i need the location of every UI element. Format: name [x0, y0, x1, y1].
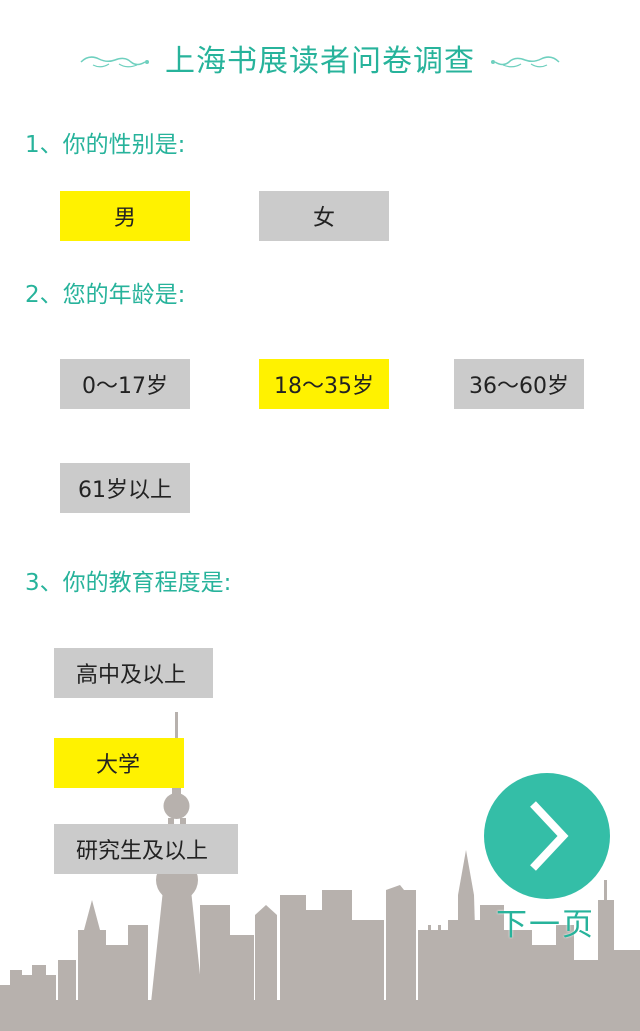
- option-gender-female[interactable]: 女: [259, 191, 389, 241]
- flourish-right-icon: [491, 56, 560, 68]
- next-page-label[interactable]: 下一页: [496, 905, 596, 945]
- option-label: 高中及以上: [76, 663, 187, 688]
- option-education-graduate[interactable]: 研究生及以上: [54, 824, 238, 874]
- option-label: 61岁以上: [78, 478, 172, 503]
- option-education-high-school[interactable]: 高中及以上: [54, 648, 213, 698]
- option-age-18-35[interactable]: 18～35岁: [259, 359, 389, 409]
- flourish-left-icon: [80, 56, 149, 68]
- question-2-label: 2、您的年龄是:: [25, 282, 186, 308]
- question-3-label: 3、你的教育程度是:: [25, 570, 232, 596]
- chevron-right-icon: [530, 801, 569, 871]
- page-header: 上海书展读者问卷调查: [0, 42, 640, 82]
- option-age-36-60[interactable]: 36～60岁: [454, 359, 584, 409]
- option-education-university[interactable]: 大学: [54, 738, 184, 788]
- option-label: 18～35岁: [274, 374, 374, 399]
- option-age-0-17[interactable]: 0～17岁: [60, 359, 190, 409]
- option-gender-male[interactable]: 男: [60, 191, 190, 241]
- option-label: 研究生及以上: [76, 839, 209, 864]
- option-label: 大学: [96, 753, 141, 778]
- next-page-button[interactable]: [484, 773, 610, 899]
- option-label: 男: [113, 206, 136, 231]
- question-1-label: 1、你的性别是:: [25, 132, 186, 158]
- option-label: 0～17岁: [82, 374, 168, 399]
- option-age-61-plus[interactable]: 61岁以上: [60, 463, 190, 513]
- page-title: 上海书展读者问卷调查: [165, 44, 475, 79]
- option-label: 女: [312, 206, 335, 231]
- option-label: 36～60岁: [469, 374, 569, 399]
